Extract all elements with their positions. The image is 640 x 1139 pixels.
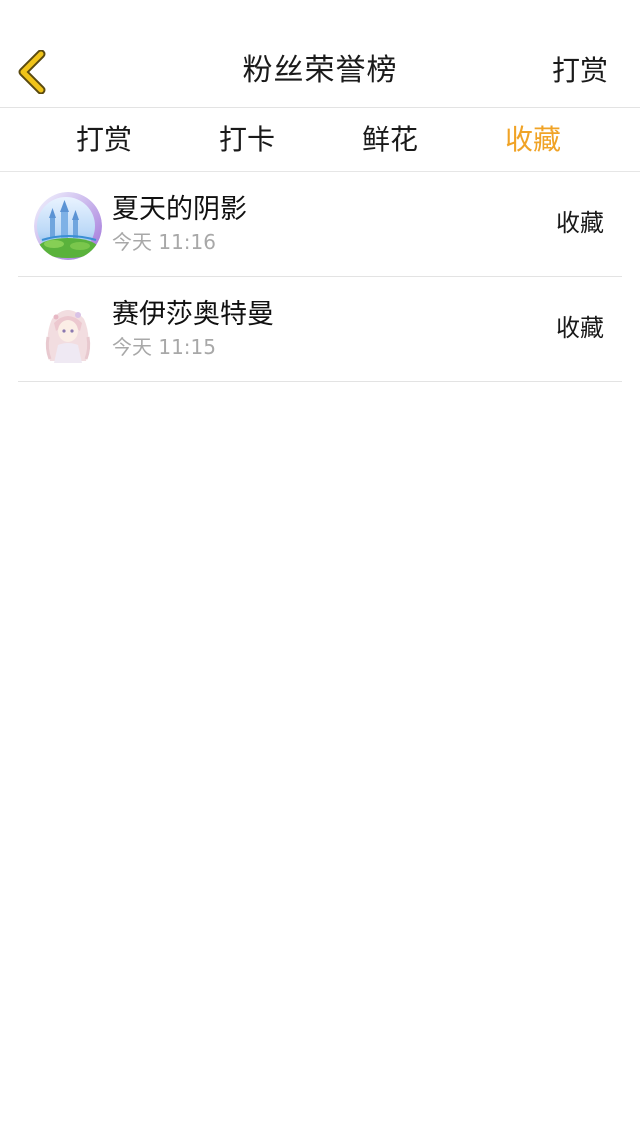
avatar[interactable] xyxy=(34,192,102,260)
list-item[interactable]: 赛伊莎奥特曼 今天 11:15 收藏 xyxy=(18,277,622,382)
page-title: 粉丝荣誉榜 xyxy=(242,53,398,88)
tab-favorites[interactable]: 收藏 xyxy=(473,108,593,172)
tab-reward[interactable]: 打赏 xyxy=(44,108,164,172)
tab-bar: 打赏 打卡 鲜花 收藏 xyxy=(0,108,640,172)
user-name: 夏天的阴影 xyxy=(112,194,247,225)
list-item[interactable]: 夏天的阴影 今天 11:16 收藏 xyxy=(18,172,622,277)
reward-button[interactable]: 打赏 xyxy=(552,50,608,92)
tab-checkin[interactable]: 打卡 xyxy=(187,108,307,172)
user-name: 赛伊莎奥特曼 xyxy=(112,299,274,330)
fan-list: 夏天的阴影 今天 11:16 收藏 赛伊莎奥特曼 今天 11:15 收藏 xyxy=(0,172,640,382)
action-type: 收藏 xyxy=(556,209,604,237)
timestamp: 今天 11:15 xyxy=(112,335,216,359)
nav-bar: 粉丝荣誉榜 打赏 xyxy=(0,0,640,108)
timestamp: 今天 11:16 xyxy=(112,230,216,254)
tab-flowers[interactable]: 鲜花 xyxy=(330,108,450,172)
anime-girl-avatar-icon xyxy=(34,297,102,365)
action-type: 收藏 xyxy=(556,314,604,342)
castle-landscape-avatar-icon xyxy=(34,192,102,260)
avatar[interactable] xyxy=(34,297,102,365)
